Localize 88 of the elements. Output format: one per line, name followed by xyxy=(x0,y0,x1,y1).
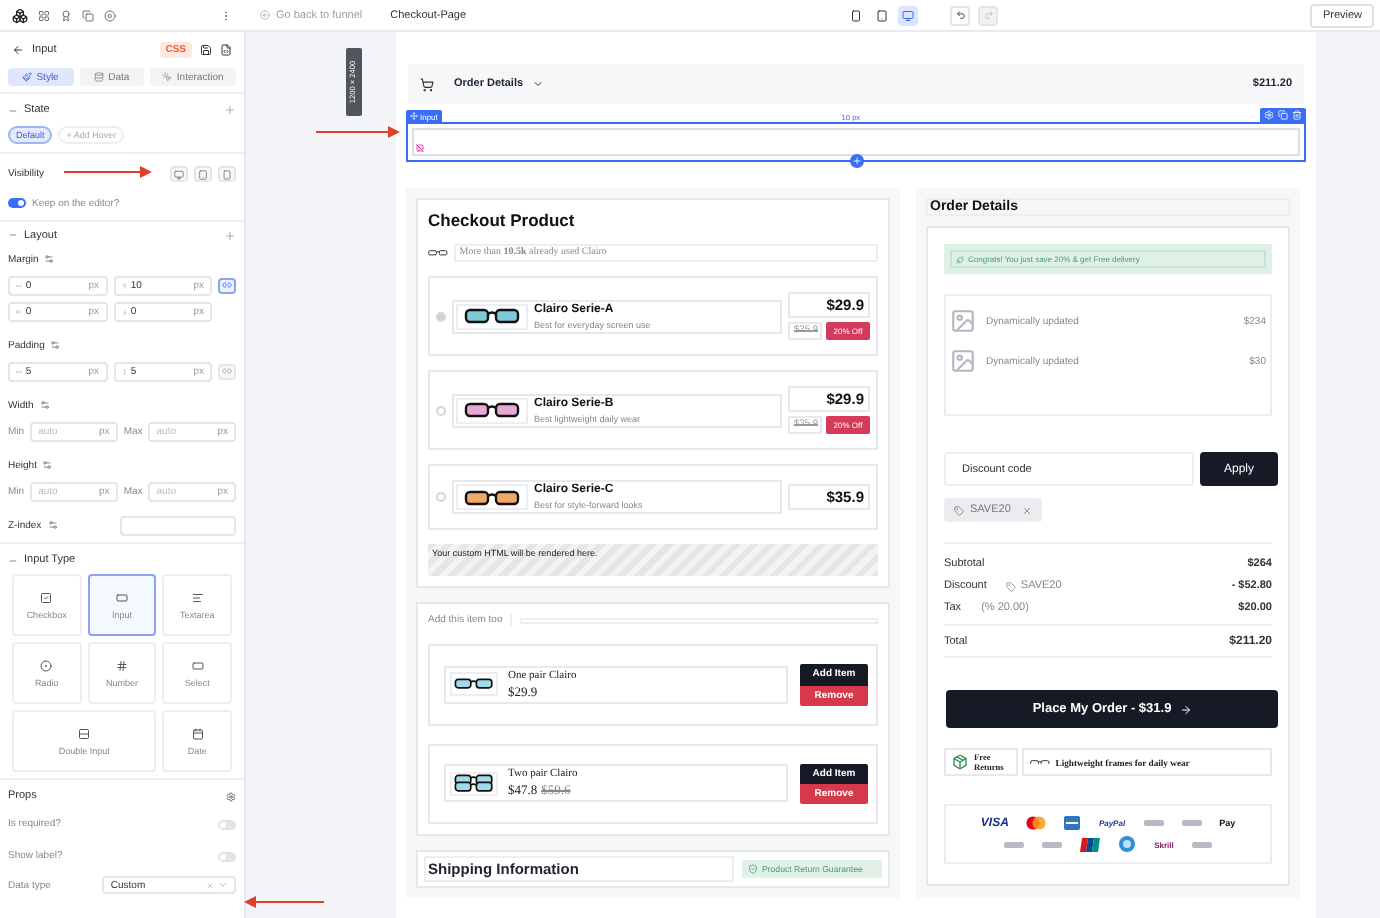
settings-icon[interactable] xyxy=(226,791,236,801)
type-icon xyxy=(115,659,128,671)
annotation-arrow xyxy=(64,166,152,178)
annotation-arrow xyxy=(244,896,324,908)
shield-icon xyxy=(748,864,758,874)
amex-logo xyxy=(1064,816,1081,830)
toggle-switch[interactable] xyxy=(8,198,26,208)
tab-icon xyxy=(162,72,173,82)
diners-logo xyxy=(1118,836,1137,852)
box-icon xyxy=(952,754,968,770)
glasses-icon xyxy=(454,678,494,691)
redo-button[interactable] xyxy=(978,5,999,25)
undo-icon xyxy=(955,10,966,20)
back-icon[interactable] xyxy=(12,44,24,56)
radio-button[interactable] xyxy=(436,311,446,321)
tablet-icon xyxy=(198,169,208,179)
link-toggle[interactable] xyxy=(218,277,236,293)
section-title: Checkout Product xyxy=(428,210,577,230)
glasses-icon xyxy=(1030,759,1050,765)
collapse-icon xyxy=(8,555,18,565)
settings-icon xyxy=(47,520,58,530)
tab-icon xyxy=(22,72,33,82)
z-index-field[interactable] xyxy=(120,515,236,535)
move-icon xyxy=(410,112,418,120)
chevron-icon[interactable] xyxy=(531,78,544,90)
logo-icon xyxy=(12,7,28,23)
type-icon xyxy=(40,659,53,671)
unionpay-logo xyxy=(1080,837,1101,851)
glasses-icon xyxy=(428,250,448,256)
side-icon xyxy=(121,367,127,375)
image-icon xyxy=(950,308,976,334)
device-icon xyxy=(850,9,863,21)
collapse-icon xyxy=(8,230,18,240)
glasses-icon xyxy=(464,489,520,505)
save-icon[interactable] xyxy=(200,44,212,56)
type-icon xyxy=(78,727,91,739)
device-icon xyxy=(902,9,915,21)
device-icon xyxy=(876,9,889,21)
back-icon xyxy=(260,10,270,20)
toggle-switch[interactable] xyxy=(218,819,236,829)
payment-logo xyxy=(1042,841,1063,847)
link-icon xyxy=(222,280,232,290)
monitor-icon xyxy=(174,169,184,179)
payment-logo xyxy=(1181,820,1202,826)
chevron-icon xyxy=(218,880,228,890)
add-button[interactable] xyxy=(849,154,863,168)
type-icon xyxy=(191,727,204,739)
annotation-arrow xyxy=(316,126,400,138)
tag-icon xyxy=(954,505,964,515)
add-icon[interactable] xyxy=(224,229,236,241)
payment-logo xyxy=(1143,820,1164,826)
payment-logo xyxy=(1191,841,1212,847)
settings-icon xyxy=(39,400,50,410)
side-icon xyxy=(16,307,22,315)
settings-icon xyxy=(42,460,53,470)
settings-icon xyxy=(50,340,61,350)
collapse-icon xyxy=(8,105,18,115)
type-icon xyxy=(115,591,128,603)
type-icon xyxy=(191,591,204,603)
add-icon[interactable] xyxy=(224,104,236,116)
toggle-switch[interactable] xyxy=(218,851,236,861)
tag-icon xyxy=(1006,581,1017,591)
glasses-icon xyxy=(464,308,520,324)
payment-logo xyxy=(1004,841,1025,847)
grid-icon[interactable] xyxy=(38,9,50,21)
file-icon[interactable] xyxy=(220,44,232,56)
type-icon xyxy=(191,659,204,671)
plus-icon xyxy=(851,156,861,166)
broken-image-icon xyxy=(416,144,424,152)
redo-icon xyxy=(983,10,994,20)
radio-button[interactable] xyxy=(436,405,446,415)
leaf-icon xyxy=(956,255,964,263)
radio-button[interactable] xyxy=(436,492,446,502)
play-icon[interactable] xyxy=(104,9,116,21)
type-icon xyxy=(40,591,53,603)
undo-button[interactable] xyxy=(950,5,971,25)
badge-icon[interactable] xyxy=(60,9,72,21)
mastercard-logo xyxy=(1026,816,1047,830)
image-icon xyxy=(950,348,976,374)
tab-icon xyxy=(94,72,105,82)
link-icon xyxy=(222,366,232,376)
delete-icon[interactable] xyxy=(1291,110,1302,120)
settings-icon xyxy=(44,254,55,264)
phone-icon xyxy=(222,169,232,179)
arrow-right-icon xyxy=(1179,703,1192,715)
cart-icon xyxy=(420,77,434,91)
glasses-icon xyxy=(464,402,520,418)
copy-icon[interactable] xyxy=(82,9,94,21)
